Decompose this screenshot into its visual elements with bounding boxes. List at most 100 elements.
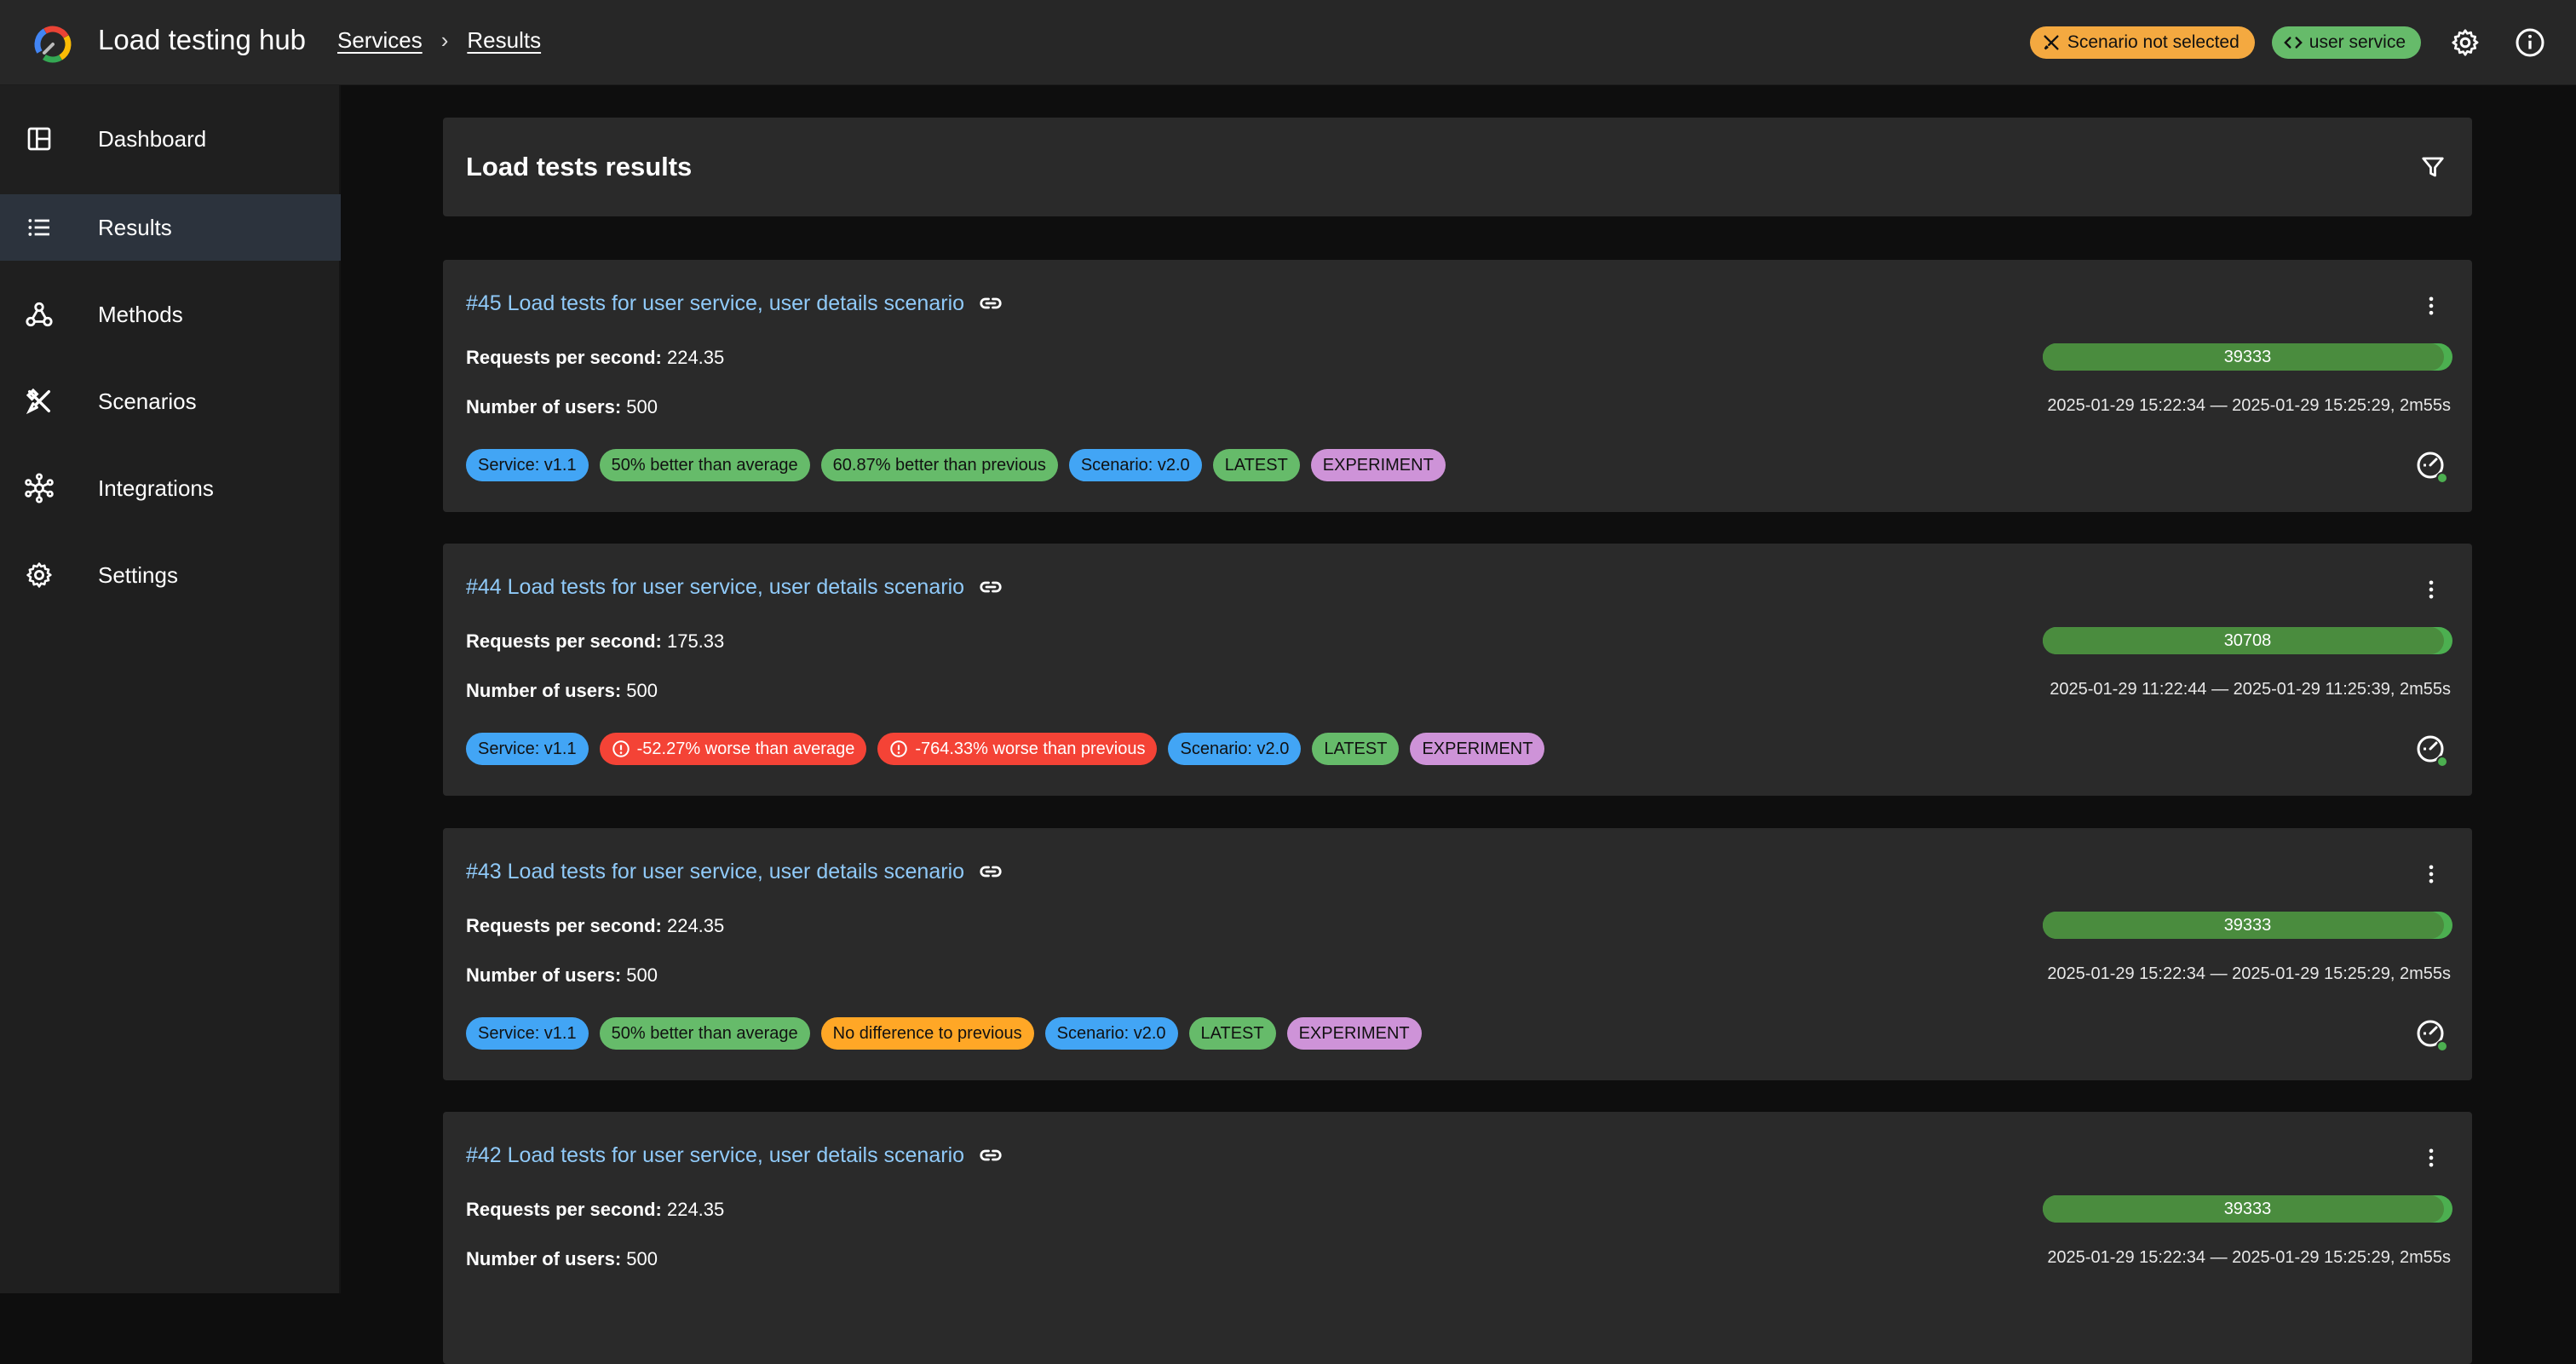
- result-title-link[interactable]: #42 Load tests for user service, user de…: [466, 1142, 1003, 1168]
- result-menu-button[interactable]: [2414, 573, 2448, 607]
- users-value: 500: [626, 964, 658, 986]
- rps-value: 224.35: [666, 1199, 725, 1220]
- result-tag-label: 50% better than average: [611, 1023, 798, 1043]
- app-logo-icon[interactable]: [32, 22, 73, 63]
- requests-count: 39333: [2223, 347, 2272, 366]
- link-icon[interactable]: [978, 574, 1003, 600]
- result-menu-button[interactable]: [2414, 1141, 2448, 1175]
- app-title: Load testing hub: [98, 24, 307, 55]
- sidebar-item-integrations[interactable]: Integrations: [0, 455, 341, 521]
- scenario-chip[interactable]: Scenario not selected: [2029, 26, 2255, 59]
- result-tag: LATEST: [1312, 733, 1400, 765]
- speed-status-icon[interactable]: [2414, 733, 2450, 768]
- result-tags: Service: v1.1 50% better than average 60.8…: [466, 449, 1446, 481]
- test-time-range: 2025-01-29 15:22:34 — 2025-01-29 15:25:2…: [2047, 1248, 2451, 1267]
- result-title: #45 Load tests for user service, user de…: [466, 291, 965, 315]
- result-tag-label: Scenario: v2.0: [1080, 455, 1190, 475]
- top-app-bar: Load testing hub Services › Results Scen…: [0, 0, 2576, 85]
- error-icon: [612, 740, 630, 757]
- result-tag: EXPERIMENT: [1410, 733, 1545, 765]
- result-tag-label: LATEST: [1324, 739, 1388, 758]
- list-icon: [22, 210, 56, 245]
- sidebar-item-methods[interactable]: Methods: [0, 281, 341, 348]
- result-title: #43 Load tests for user service, user de…: [466, 859, 965, 883]
- users-row: Number of users: 500: [466, 1248, 658, 1270]
- link-icon[interactable]: [978, 291, 1003, 316]
- link-icon[interactable]: [978, 859, 1003, 884]
- speed-status-icon[interactable]: [2414, 1017, 2450, 1053]
- link-icon[interactable]: [978, 1142, 1003, 1168]
- requests-progress-bar: 39333: [2043, 1195, 2452, 1223]
- service-chip-label: user service: [2309, 32, 2406, 52]
- scenario-chip-label: Scenario not selected: [2067, 32, 2240, 52]
- requests-count: 39333: [2223, 915, 2272, 935]
- users-row: Number of users: 500: [466, 964, 658, 987]
- chevron-right-icon: ›: [440, 27, 449, 53]
- test-time-range: 2025-01-29 11:22:44 — 2025-01-29 11:25:3…: [2050, 680, 2451, 699]
- result-tag-label: Service: v1.1: [478, 455, 577, 475]
- result-card: #43 Load tests for user service, user de…: [443, 828, 2472, 1080]
- rps-value: 175.33: [666, 630, 725, 652]
- sidebar-item-label: Integrations: [98, 475, 214, 501]
- rps-label: Requests per second:: [466, 630, 662, 652]
- more-vert-icon: [2429, 296, 2434, 315]
- sidebar-item-results[interactable]: Results: [0, 194, 341, 261]
- breadcrumb-services[interactable]: Services: [337, 27, 423, 54]
- result-tag: LATEST: [1188, 1017, 1276, 1050]
- rps-label: Requests per second:: [466, 915, 662, 936]
- result-title: #44 Load tests for user service, user de…: [466, 574, 965, 599]
- result-tag-label: Service: v1.1: [478, 739, 577, 758]
- result-tag: 50% better than average: [599, 1017, 810, 1050]
- rps-row: Requests per second: 224.35: [466, 1199, 724, 1221]
- sidebar-item-scenarios[interactable]: Scenarios: [0, 368, 341, 435]
- users-value: 500: [626, 680, 658, 701]
- settings-button[interactable]: [2445, 22, 2486, 63]
- result-title-link[interactable]: #45 Load tests for user service, user de…: [466, 291, 1003, 316]
- tools-icon: [2044, 35, 2059, 50]
- filter-icon: [2422, 157, 2444, 177]
- result-tag: LATEST: [1212, 449, 1300, 481]
- result-tag: -52.27% worse than average: [599, 733, 867, 765]
- result-tag-label: EXPERIMENT: [1422, 739, 1533, 758]
- result-tags: Service: v1.1 -52.27% worse than average -…: [466, 733, 1545, 765]
- result-tag: -764.33% worse than previous: [877, 733, 1158, 765]
- breadcrumb-results[interactable]: Results: [467, 27, 541, 54]
- gear-icon: [2452, 29, 2479, 56]
- requests-progress-bar: 39333: [2043, 912, 2452, 939]
- users-value: 500: [626, 1248, 658, 1269]
- requests-count: 39333: [2223, 1199, 2272, 1218]
- users-row: Number of users: 500: [466, 396, 658, 418]
- sidebar-item-dashboard[interactable]: Dashboard: [0, 106, 341, 172]
- result-tag-label: EXPERIMENT: [1322, 455, 1434, 475]
- result-menu-button[interactable]: [2414, 289, 2448, 323]
- sidebar-item-settings[interactable]: Settings: [0, 542, 341, 608]
- service-chip[interactable]: user service: [2271, 26, 2421, 59]
- result-title-link[interactable]: #44 Load tests for user service, user de…: [466, 574, 1003, 600]
- sidebar: Dashboard Results Methods Scenarios Inte…: [0, 85, 341, 1293]
- result-tag-label: 60.87% better than previous: [832, 455, 1046, 475]
- users-value: 500: [626, 396, 658, 417]
- error-icon: [890, 740, 908, 757]
- code-icon: [2283, 37, 2303, 49]
- result-tag: Service: v1.1: [466, 1017, 589, 1050]
- users-label: Number of users:: [466, 396, 622, 417]
- sidebar-item-label: Results: [98, 214, 172, 240]
- dashboard-icon: [22, 122, 56, 156]
- result-tag: No difference to previous: [820, 1017, 1034, 1050]
- header-actions: Scenario not selected user service: [2029, 22, 2550, 63]
- page-title: Load tests results: [466, 152, 693, 181]
- info-button[interactable]: [2510, 22, 2550, 63]
- result-title-link[interactable]: #43 Load tests for user service, user de…: [466, 859, 1003, 884]
- requests-progress-bar: 39333: [2043, 343, 2452, 371]
- rps-row: Requests per second: 175.33: [466, 630, 724, 653]
- speed-status-icon[interactable]: [2414, 449, 2450, 485]
- sidebar-item-label: Scenarios: [98, 388, 197, 414]
- users-label: Number of users:: [466, 680, 622, 701]
- test-time-range: 2025-01-29 15:22:34 — 2025-01-29 15:25:2…: [2047, 396, 2451, 415]
- sidebar-item-label: Settings: [98, 561, 178, 588]
- filter-button[interactable]: [2412, 147, 2453, 187]
- gear-icon: [22, 558, 56, 592]
- result-menu-button[interactable]: [2414, 857, 2448, 891]
- requests-progress-bar: 30708: [2043, 627, 2452, 654]
- hub-icon: [22, 471, 56, 505]
